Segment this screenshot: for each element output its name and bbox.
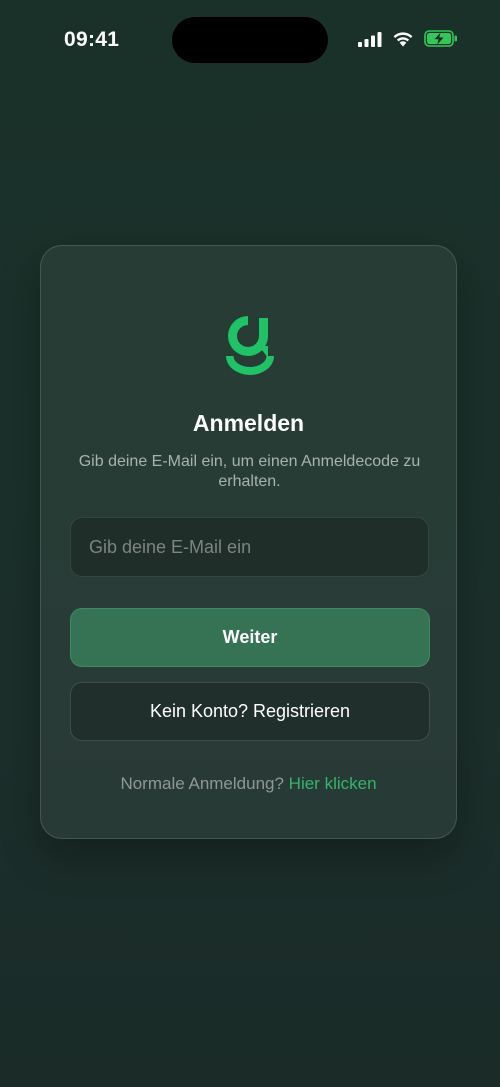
login-card: Anmelden Gib deine E-Mail ein, um einen …	[40, 245, 457, 839]
continue-button[interactable]: Weiter	[70, 608, 430, 667]
status-time: 09:41	[64, 28, 120, 51]
normal-login-link[interactable]: Hier klicken	[289, 774, 377, 793]
normal-login-prompt: Normale Anmeldung? Hier klicken	[41, 774, 456, 794]
email-input[interactable]	[70, 517, 429, 577]
battery-charging-icon	[424, 30, 457, 47]
normal-login-text: Normale Anmeldung?	[120, 774, 284, 793]
cellular-signal-icon	[358, 31, 382, 47]
status-icons	[358, 30, 458, 47]
register-button[interactable]: Kein Konto? Registrieren	[70, 682, 430, 741]
brand-logo	[226, 316, 274, 375]
wifi-icon	[393, 32, 413, 47]
login-subtitle: Gib deine E-Mail ein, um einen Anmeldeco…	[78, 453, 421, 490]
login-title: Anmelden	[192, 410, 305, 436]
dynamic-island	[172, 17, 328, 63]
status-bar: 09:41	[0, 0, 500, 80]
